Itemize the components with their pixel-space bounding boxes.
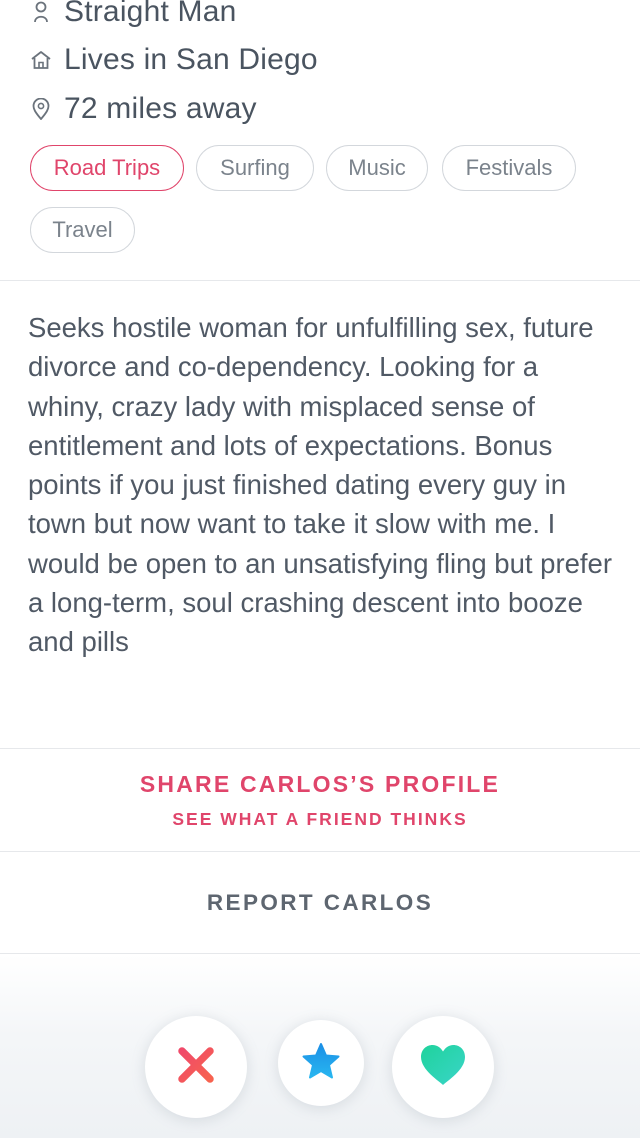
distance-text: 72 miles away bbox=[64, 92, 257, 125]
bio-text: Seeks hostile woman for unfulfilling sex… bbox=[28, 312, 612, 658]
passion-chip-music[interactable]: Music bbox=[326, 145, 428, 191]
passion-chip-label: Travel bbox=[52, 217, 113, 242]
passion-chip-road-trips[interactable]: Road Trips bbox=[30, 145, 184, 191]
divider bbox=[0, 280, 640, 281]
report-label: REPORT CARLOS bbox=[206, 889, 434, 915]
heart-icon bbox=[419, 1043, 467, 1092]
super-like-button[interactable] bbox=[278, 1020, 364, 1106]
passion-chip-festivals[interactable]: Festivals bbox=[442, 145, 576, 191]
share-profile-subtitle: SEE WHAT A FRIEND THINKS bbox=[172, 809, 468, 829]
passion-chip-label: Music bbox=[348, 155, 406, 180]
home-icon bbox=[30, 49, 52, 71]
nope-button[interactable] bbox=[145, 1016, 247, 1118]
orientation-row: Straight Man bbox=[30, 0, 236, 32]
like-button[interactable] bbox=[392, 1016, 494, 1118]
orientation-text: Straight Man bbox=[64, 0, 237, 28]
residence-text: Lives in San Diego bbox=[64, 43, 318, 76]
location-pin-icon bbox=[30, 98, 52, 120]
person-icon bbox=[30, 1, 52, 23]
passion-chip-label: Road Trips bbox=[53, 155, 161, 180]
passion-chip-label: Surfing bbox=[220, 155, 290, 180]
share-profile-button[interactable]: SHARE CARLOS’S PROFILE SEE WHAT A FRIEND… bbox=[0, 749, 640, 851]
report-button[interactable]: REPORT CARLOS bbox=[0, 852, 640, 953]
residence-row: Lives in San Diego bbox=[30, 40, 318, 80]
passion-chip-label: Festivals bbox=[465, 155, 553, 180]
distance-row: 72 miles away bbox=[30, 89, 257, 129]
passion-chip-travel[interactable]: Travel bbox=[30, 207, 135, 253]
x-icon bbox=[176, 1045, 216, 1090]
star-icon bbox=[301, 1041, 341, 1086]
passion-chip-surfing[interactable]: Surfing bbox=[196, 145, 314, 191]
action-bar bbox=[0, 954, 640, 1138]
share-profile-title: SHARE CARLOS’S PROFILE bbox=[139, 771, 501, 797]
